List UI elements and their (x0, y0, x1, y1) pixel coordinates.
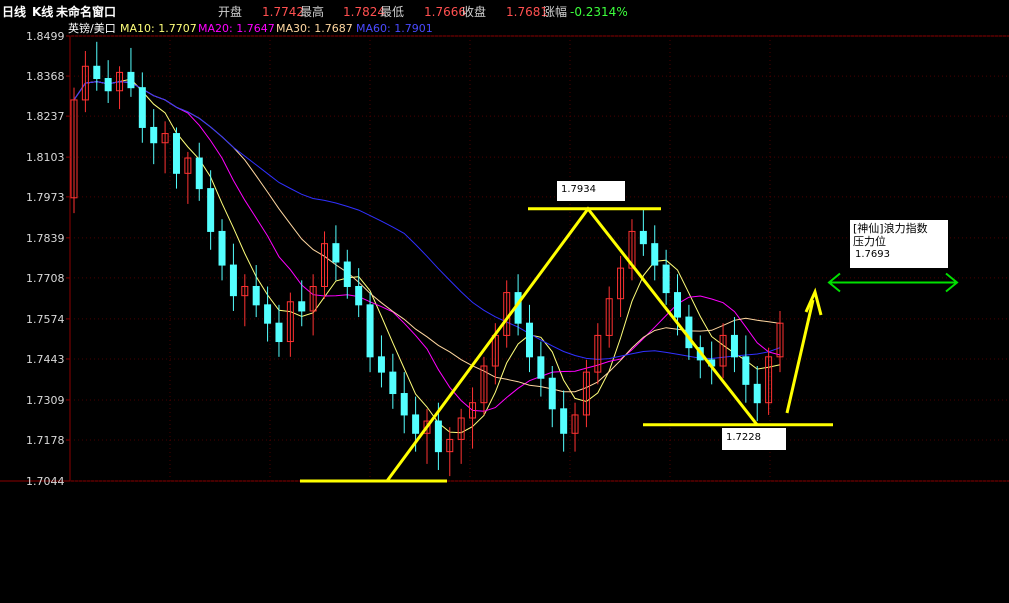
candle-body (434, 420, 442, 453)
legend: 英镑/美口 MA10: 1.7707 MA20: 1.7647 MA30: 1.… (0, 22, 1009, 36)
y-tick-label: 1.7708 (26, 272, 65, 285)
candle-body (389, 371, 397, 395)
open-label: 开盘 (218, 5, 243, 19)
candle-body (264, 304, 272, 324)
candle-body (332, 243, 340, 263)
y-tick-label: 1.8103 (26, 151, 65, 164)
candlestick-chart: 1.84991.83681.82371.81031.79731.78391.77… (0, 30, 1009, 488)
candle-body (537, 356, 545, 379)
candle-body (275, 322, 283, 343)
legend-ma20: MA20: 1.7647 (198, 22, 275, 35)
candle-body (93, 65, 101, 80)
candle-body (298, 301, 306, 312)
candles (70, 41, 784, 477)
resistance-title: [神仙]浪力指数 (853, 222, 928, 235)
resistance-value: 1.7693 (855, 249, 890, 260)
candle-body (753, 383, 761, 404)
candle-body (355, 285, 363, 306)
high-label: 最高 (300, 5, 325, 19)
candle-body (252, 285, 260, 306)
candle-body (548, 377, 556, 410)
close-value: 1.7681 (506, 5, 548, 19)
candle-body (218, 230, 226, 266)
up-arrow-shaft (785, 299, 815, 414)
candle-body (639, 230, 647, 245)
y-tick-label: 1.8368 (26, 70, 65, 83)
chart-kind-label: K线 (32, 5, 54, 19)
y-tick-label: 1.8237 (26, 110, 65, 123)
candle-body (730, 334, 738, 358)
y-tick-label: 1.7443 (26, 353, 65, 366)
candle-body (195, 157, 203, 190)
change-value: -0.2314% (570, 5, 628, 19)
candle-body (207, 188, 215, 232)
title-bar: 日线 K线 未命名窗口 开盘 1.7742 最高 1.7824 最低 1.766… (0, 0, 1009, 22)
candle-body (366, 304, 374, 358)
y-axis: 1.84991.83681.82371.81031.79731.78391.77… (26, 30, 70, 488)
peak-label: 1.7934 (561, 184, 596, 195)
low-label: 最低 (380, 5, 405, 19)
legend-symbol: 英镑/美口 (68, 22, 116, 35)
resistance-box: [神仙]浪力指数 压力位 1.7693 (849, 219, 949, 269)
candle-body (560, 408, 568, 434)
high-value: 1.7824 (343, 5, 385, 19)
y-tick-label: 1.7309 (26, 394, 65, 407)
legend-ma60: MA60: 1.7901 (356, 22, 433, 35)
candle-body (172, 133, 180, 174)
y-tick-label: 1.7574 (26, 313, 65, 326)
peak-label-box: 1.7934 (556, 180, 626, 202)
candle-body (377, 356, 385, 373)
candle-body (412, 414, 420, 434)
candle-body (127, 71, 135, 89)
legend-ma10: MA10: 1.7707 (120, 22, 197, 35)
moving-averages (73, 78, 781, 434)
window-name: 未命名窗口 (56, 5, 117, 19)
legend-ma30: MA30: 1.7687 (276, 22, 353, 35)
y-tick-label: 1.7178 (26, 434, 65, 447)
candle-body (525, 322, 533, 358)
trough-label: 1.7228 (726, 432, 761, 443)
ma30-line (73, 81, 781, 393)
y-tick-label: 1.7839 (26, 232, 65, 245)
y-tick-label: 1.7044 (26, 475, 65, 488)
candle-body (674, 292, 682, 318)
low-value: 1.7666 (424, 5, 466, 19)
y-tick-label: 1.7973 (26, 191, 65, 204)
trough-label-box: 1.7228 (721, 427, 787, 451)
candle-body (138, 87, 146, 128)
ma20-line (73, 81, 781, 412)
change-label: 涨幅 (543, 5, 568, 19)
candle-body (400, 393, 408, 416)
period-label: 日线 (2, 5, 27, 19)
candle-body (104, 78, 112, 92)
candle-body (343, 261, 351, 287)
candle-body (229, 264, 237, 297)
candle-body (662, 264, 670, 294)
close-label: 收盘 (462, 5, 487, 19)
candle-body (150, 126, 158, 144)
resistance-subtitle: 压力位 (853, 235, 886, 248)
candle-body (742, 356, 750, 385)
open-value: 1.7742 (262, 5, 304, 19)
candle-body (685, 316, 693, 349)
candle-body (651, 243, 659, 266)
